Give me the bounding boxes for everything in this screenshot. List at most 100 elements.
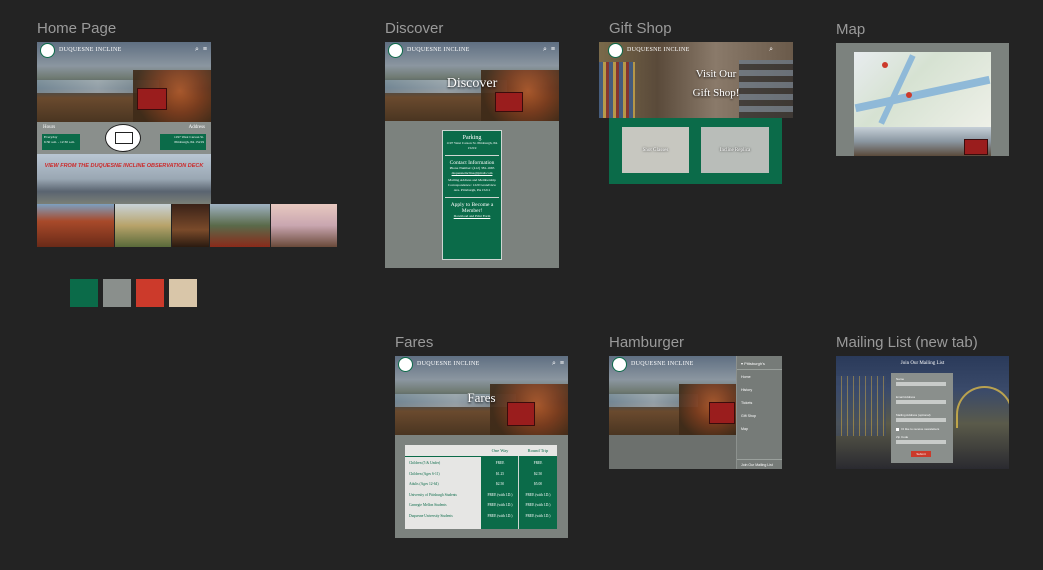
hours-time: 6:30 a.m. - 12:30 a.m. [44,140,75,144]
site-header: DUQUESNE INCLINE ⌕ [605,42,777,58]
site-header: DUQUESNE INCLINE ⌕ ≡ [395,356,568,372]
fare-category: Children (5 & Under) [409,461,441,465]
info-strip: Hours Everyday 6:30 a.m. - 12:30 a.m. Ad… [37,122,211,154]
brand-name: DUQUESNE INCLINE [631,361,694,367]
nav-menu-item[interactable]: Map [737,422,782,435]
contact-email-link[interactable]: duquesneincline@gmail.com [443,171,501,176]
address-field[interactable] [896,418,946,422]
gift-shop-artboard: DUQUESNE INCLINE ⌕ Visit Our Gift Shop! [599,42,793,118]
discover-artboard: DUQUESNE INCLINE ⌕ ≡ Discover Parking 119… [385,42,559,268]
address-label: Mailing Address (optional) [896,413,931,417]
fare-round-trip: FREE (with I.D.) [525,503,551,507]
frame-label-home: Home Page [37,20,117,37]
gallery-photo[interactable] [115,204,171,247]
address-title: Address [188,125,205,130]
nav-menu-item[interactable]: Tickets [737,396,782,409]
menu-icon[interactable]: ≡ [560,360,564,368]
gift-items-panel: Shot Glasses Incline Replica [609,118,782,184]
newsletter-label: I'd like to receive newsletters [901,427,940,431]
color-swatch-green [70,279,98,307]
color-swatch-tan [169,279,197,307]
mailing-form: Name Email Address Mailing Address (opti… [891,373,953,463]
gift-item-shot-glasses[interactable]: Shot Glasses [622,127,689,173]
fare-category: Carnegie Mellon Students [409,503,447,507]
fare-round-trip: $5.00 [533,482,543,486]
incline-logo-badge [105,124,141,152]
table-row: Children (5 & Under) FREE FREE [405,459,557,470]
page-title: Fares [467,390,496,405]
mailing-list-artboard: Join Our Mailing List Name Email Address… [836,356,1009,469]
menu-icon[interactable]: ≡ [203,46,207,54]
fare-one-way: $1.25 [495,471,505,476]
brand-name: DUQUESNE INCLINE [407,47,470,53]
nav-menu-item[interactable]: Gift Shop [737,409,782,422]
logo-icon[interactable] [40,42,55,58]
search-icon[interactable]: ⌕ [543,46,547,54]
fare-one-way: $2.50 [495,482,505,486]
hamburger-artboard: DUQUESNE INCLINE ▾ Pittsburgh's Home Hist… [609,356,782,469]
frame-label-mailing-list: Mailing List (new tab) [836,334,978,351]
nav-drawer: ▾ Pittsburgh's Home History Tickets Gift Sh… [736,356,782,469]
frame-label-discover: Discover [385,20,444,37]
hours-title: Hours [43,125,56,130]
parking-text: 1197 West Carson St. Pittsburgh, PA 1521… [446,141,498,150]
gift-item-incline-replica[interactable]: Incline Replica [701,127,769,173]
gallery-photo[interactable] [271,204,337,247]
hero-line-1: Visit Our [695,68,737,80]
newsletter-option[interactable]: I'd like to receive newsletters [896,427,939,431]
address-box: 1197 West Carson St. Pittsburgh, PA 1521… [160,134,206,150]
map-pin-icon[interactable] [882,62,888,68]
hours-box: Everyday 6:30 a.m. - 12:30 a.m. [42,134,80,150]
fare-round-trip: FREE (with I.D.) [525,492,551,497]
search-icon[interactable]: ⌕ [552,360,556,368]
gallery-photo[interactable] [37,204,114,247]
email-field[interactable] [896,400,946,404]
frame-label-fares: Fares [395,334,434,351]
banner-text: VIEW FROM THE DUQUESNE INCLINE OBSERVATI… [44,163,204,169]
nav-menu-item[interactable]: Home [737,370,782,383]
fare-one-way: FREE [495,461,505,465]
gallery-photo[interactable] [172,204,209,247]
design-canvas: { "labels": { "home": "Home Page", "disc… [0,0,1043,570]
name-field[interactable] [896,382,946,386]
mailing-address: Mailing Address and Membership Correspon… [447,178,496,192]
email-label: Email Address [896,395,916,399]
map-pin-icon[interactable] [906,92,912,98]
table-row: Children (Ages 6-11) $1.25 $2.50 [405,470,557,481]
nav-drawer-title: Pittsburgh's [744,361,765,366]
zip-field[interactable] [896,440,946,444]
color-swatch-red [136,279,164,307]
site-header: DUQUESNE INCLINE [609,356,736,372]
submit-button[interactable]: Submit [911,451,931,457]
fare-round-trip: FREE [533,461,543,465]
fare-one-way: FREE (with I.D.) [487,503,513,507]
color-swatch-gray [103,279,131,307]
nav-mailing-list-link[interactable]: Join Our Mailing List [737,459,782,469]
menu-icon[interactable]: ≡ [551,46,555,54]
checkbox[interactable] [896,427,899,431]
fares-artboard: DUQUESNE INCLINE ⌕ ≡ Fares One Way Round … [395,356,568,538]
nav-drawer-header: ▾ Pittsburgh's [737,356,782,370]
fares-table: One Way Round Trip Children (5 & Under) F… [405,445,557,529]
table-row: Carnegie Mellon Students FREE (with I.D.)… [405,501,557,512]
fare-category: University of Pittsburgh Students [409,492,457,497]
fare-category: Adults (Ages 12-64) [409,482,439,486]
brand-name: DUQUESNE INCLINE [627,47,690,53]
logo-icon[interactable] [612,356,627,372]
area-map[interactable] [854,52,991,127]
logo-icon[interactable] [608,42,623,58]
search-icon[interactable]: ⌕ [195,46,199,54]
member-form-link[interactable]: Download and Print Form [443,214,501,219]
fare-one-way: FREE (with I.D.) [487,513,513,518]
nav-menu-item[interactable]: History [737,383,782,396]
gallery-photo[interactable] [210,204,270,247]
logo-icon[interactable] [398,356,413,372]
table-row: University of Pittsburgh Students FREE (w… [405,491,557,502]
observation-banner: VIEW FROM THE DUQUESNE INCLINE OBSERVATI… [37,154,211,204]
brand-name: DUQUESNE INCLINE [59,47,122,53]
member-title: Apply to Become a Member! [450,202,494,214]
frame-label-hamburger: Hamburger [609,334,685,351]
logo-icon[interactable] [388,42,403,58]
search-icon[interactable]: ⌕ [769,46,773,54]
table-row: Duquesne University Students FREE (with I… [405,512,557,523]
